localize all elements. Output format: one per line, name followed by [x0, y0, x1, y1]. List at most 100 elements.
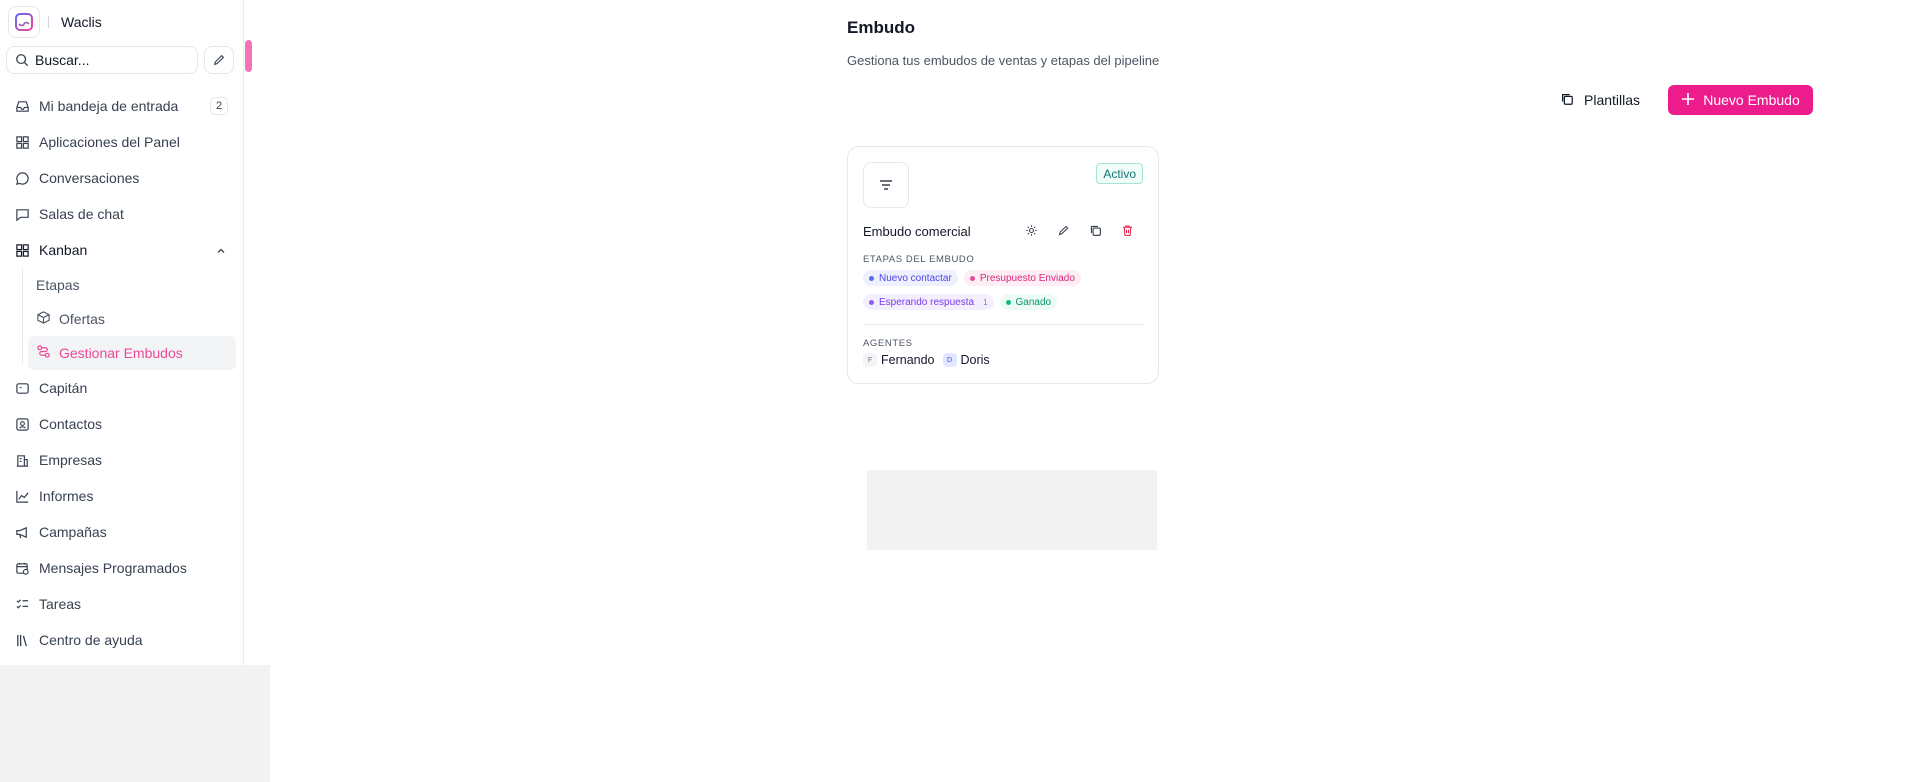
sidebar-item-label: Campañas	[39, 524, 107, 540]
chevron-up-icon	[216, 243, 226, 259]
card-actions	[1022, 221, 1136, 239]
templates-label: Plantillas	[1584, 92, 1641, 108]
sidebar-item-label: Aplicaciones del Panel	[39, 134, 180, 150]
stage-label: Presupuesto Enviado	[979, 272, 1075, 284]
sidebar-item-label: Contactos	[39, 416, 103, 432]
stage-chip[interactable]: Presupuesto Enviado	[963, 270, 1081, 286]
stage-list: Nuevo contactar Presupuesto Enviado Espe…	[863, 270, 1153, 310]
stages-label: ETAPAS DEL EMBUDO	[863, 254, 975, 265]
templates-button[interactable]: Plantillas	[1560, 86, 1640, 114]
sidebar-item-label: Tareas	[39, 596, 82, 612]
copy-icon	[1560, 92, 1574, 109]
sidebar-item-apps[interactable]: Aplicaciones del Panel	[6, 124, 236, 160]
stage-dot	[969, 275, 975, 281]
sidebar-footer-area	[0, 665, 270, 782]
sidebar-item-kanban[interactable]: Kanban	[6, 232, 236, 268]
stage-label: Esperando respuesta	[879, 296, 975, 308]
plus-icon	[1681, 92, 1695, 109]
chart-line-icon	[14, 488, 30, 504]
stage-chip[interactable]: Ganado	[999, 294, 1058, 310]
sidebar-item-offers[interactable]: Ofertas	[28, 302, 236, 336]
sidebar-item-contacts[interactable]: Contactos	[6, 406, 236, 442]
grid-icon	[14, 134, 30, 150]
gear-icon	[1025, 224, 1037, 236]
message-square-icon	[14, 206, 30, 222]
page-subtitle: Gestiona tus embudos de ventas y etapas …	[847, 53, 1160, 68]
stage-count: 1	[983, 297, 988, 307]
sidebar-item-tasks[interactable]: Tareas	[6, 586, 236, 622]
inbox-icon	[14, 98, 30, 114]
sidebar-item-chat-rooms[interactable]: Salas de chat	[6, 196, 236, 232]
delete-button[interactable]	[1118, 221, 1136, 239]
copy-icon	[1090, 225, 1101, 236]
settings-gear-button[interactable]	[1022, 221, 1040, 239]
agents-label: AGENTES	[863, 338, 913, 349]
sidebar-item-scheduled-messages[interactable]: Mensajes Programados	[6, 550, 236, 586]
sidebar-item-label: Mensajes Programados	[39, 560, 187, 576]
funnel-name: Embudo comercial	[863, 224, 971, 239]
stage-dot	[869, 299, 874, 305]
pencil-icon	[1058, 225, 1068, 235]
sidebar-scroll-handle[interactable]	[245, 40, 252, 72]
sidebar-item-companies[interactable]: Empresas	[6, 442, 236, 478]
sidebar-item-conversations[interactable]: Conversaciones	[6, 160, 236, 196]
avatar: D	[942, 353, 957, 367]
calendar-clock-icon	[14, 560, 30, 576]
sidebar-item-label: Capitán	[39, 380, 88, 396]
agent-name: Doris	[960, 353, 990, 367]
stage-label: Nuevo contactar	[879, 272, 952, 284]
stage-chip[interactable]: Esperando respuesta 1	[863, 294, 994, 310]
sidebar-item-label: Kanban	[39, 242, 88, 258]
sidebar-nav: Mi bandeja de entrada 2 Aplicaciones del…	[6, 88, 236, 658]
sidebar-item-label: Empresas	[39, 452, 103, 468]
sidebar-item-label: Salas de chat	[39, 206, 124, 222]
sidebar-item-stages[interactable]: Etapas	[28, 268, 236, 302]
duplicate-button[interactable]	[1086, 221, 1104, 239]
package-icon	[36, 310, 51, 328]
agent-item: D Doris	[942, 353, 990, 367]
card-divider	[863, 324, 1143, 325]
loading-placeholder	[867, 470, 1157, 550]
page-title: Embudo	[847, 18, 915, 37]
sidebar-item-manage-funnels[interactable]: Gestionar Embudos	[28, 336, 236, 370]
agent-list: F Fernando D Doris	[863, 353, 994, 367]
sidebar-item-help-center[interactable]: Centro de ayuda	[6, 622, 236, 658]
pencil-icon	[213, 54, 225, 66]
avatar: F	[863, 353, 877, 367]
sidebar: Waclis Buscar... Mi bandeja de entrada 2…	[0, 0, 244, 665]
route-icon	[36, 344, 51, 362]
kanban-submenu: Etapas Ofertas Gestionar Embudos	[22, 268, 236, 370]
compose-button[interactable]	[204, 46, 234, 74]
funnel-card[interactable]: Activo Embudo comercial ETAPAS DEL EMBUD…	[847, 146, 1159, 384]
sidebar-item-campaigns[interactable]: Campañas	[6, 514, 236, 550]
search-row: Buscar...	[6, 46, 234, 74]
search-placeholder: Buscar...	[35, 52, 90, 68]
contact-card-icon	[14, 416, 30, 432]
megaphone-icon	[14, 524, 30, 540]
sidebar-item-reports[interactable]: Informes	[6, 478, 236, 514]
library-icon	[14, 632, 30, 648]
kanban-icon	[14, 242, 30, 258]
inbox-count-badge: 2	[210, 97, 228, 115]
edit-button[interactable]	[1054, 221, 1072, 239]
agent-name: Fernando	[881, 353, 935, 367]
sidebar-item-label: Etapas	[36, 277, 80, 293]
search-input[interactable]: Buscar...	[6, 46, 198, 74]
sidebar-item-inbox[interactable]: Mi bandeja de entrada 2	[6, 88, 236, 124]
brand[interactable]: Waclis	[8, 6, 102, 38]
chat-bubble-icon	[14, 170, 30, 186]
search-icon	[16, 54, 29, 67]
building-icon	[14, 452, 30, 468]
sidebar-item-label: Ofertas	[59, 311, 105, 327]
sidebar-item-captain[interactable]: Capitán	[6, 370, 236, 406]
sidebar-item-label: Mi bandeja de entrada	[39, 98, 179, 114]
app-logo-icon	[8, 6, 40, 38]
new-funnel-button[interactable]: Nuevo Embudo	[1668, 85, 1813, 115]
new-funnel-label: Nuevo Embudo	[1703, 92, 1800, 108]
bot-icon	[14, 380, 30, 396]
stage-chip[interactable]: Nuevo contactar	[863, 270, 958, 286]
sidebar-item-label: Gestionar Embudos	[59, 345, 183, 361]
sidebar-item-label: Conversaciones	[39, 170, 140, 186]
status-badge: Activo	[1096, 163, 1143, 184]
agent-item: F Fernando	[863, 353, 935, 367]
